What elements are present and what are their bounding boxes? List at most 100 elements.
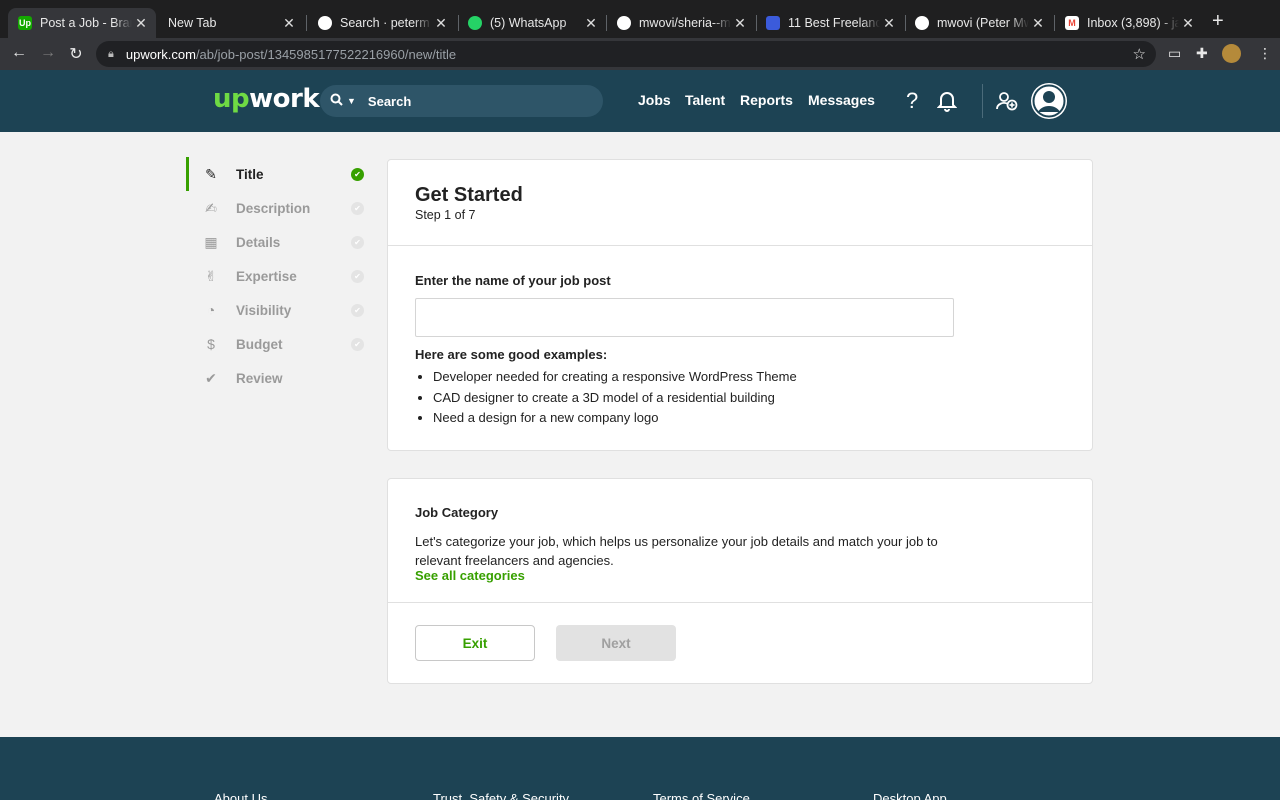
tab-title: (5) WhatsApp xyxy=(490,16,567,30)
step-details[interactable]: ▦ Details ✔ xyxy=(186,225,366,259)
exit-button[interactable]: Exit xyxy=(415,625,535,661)
github-favicon-icon xyxy=(915,16,929,30)
step-label: Expertise xyxy=(236,268,297,284)
close-tab-icon[interactable]: ✕ xyxy=(280,15,298,32)
hand-icon: ✌ xyxy=(205,267,217,284)
search-icon xyxy=(330,93,343,109)
whatsapp-favicon-icon xyxy=(468,16,482,30)
tab-title: mwovi/sheria--mt xyxy=(639,16,731,30)
search-placeholder: Search xyxy=(367,93,412,109)
help-icon[interactable]: ? xyxy=(906,88,918,114)
article-favicon-icon xyxy=(766,16,780,30)
checkmark-icon: ✔ xyxy=(205,369,217,386)
step-budget[interactable]: $ Budget ✔ xyxy=(186,327,366,361)
step-label: Review xyxy=(236,370,283,386)
check-circle-icon: ✔ xyxy=(351,337,364,351)
step-label: Details xyxy=(236,234,281,250)
nav-messages[interactable]: Messages xyxy=(808,92,875,108)
tab-post-a-job[interactable]: Up Post a Job - Brand ✕ xyxy=(8,8,156,38)
upwork-logo[interactable]: upwork xyxy=(213,84,320,114)
close-tab-icon[interactable]: ✕ xyxy=(1029,15,1047,32)
url-host: upwork.com xyxy=(125,46,196,62)
footer-link-desktop-app[interactable]: Desktop App xyxy=(873,791,947,800)
tab-github-sheria[interactable]: mwovi/sheria--mt ✕ xyxy=(607,8,755,38)
tab-title: Post a Job - Brand xyxy=(40,16,132,30)
page-title: Get Started xyxy=(415,184,523,206)
close-tab-icon[interactable]: ✕ xyxy=(731,15,749,32)
divider xyxy=(388,245,1092,246)
tab-github-profile[interactable]: mwovi (Peter Mwo ✕ xyxy=(905,8,1053,38)
gmail-favicon-icon: M xyxy=(1065,16,1079,30)
step-label: Description xyxy=(236,200,311,216)
job-title-label: Enter the name of your job post xyxy=(415,273,611,288)
add-team-icon[interactable] xyxy=(996,91,1018,116)
dollar-icon: $ xyxy=(207,336,215,352)
check-circle-icon: ✔ xyxy=(351,303,364,317)
tab-github-search[interactable]: Search · peterm ✕ xyxy=(308,8,456,38)
close-tab-icon[interactable]: ✕ xyxy=(1179,15,1197,32)
divider xyxy=(388,602,1092,603)
tab-best-freelance[interactable]: 11 Best Freelance ✕ xyxy=(756,8,904,38)
footer-link-terms[interactable]: Terms of Service xyxy=(653,791,750,800)
check-circle-icon: ✔ xyxy=(351,235,364,249)
nav-talent[interactable]: Talent xyxy=(685,92,725,108)
step-review[interactable]: ✔ Review xyxy=(186,361,366,395)
close-tab-icon[interactable]: ✕ xyxy=(132,15,150,32)
job-category-card: Job Category Let's categorize your job, … xyxy=(387,478,1093,684)
tab-title: Search · peterm xyxy=(340,16,430,30)
step-title[interactable]: ✎ Title ✔ xyxy=(186,157,366,191)
step-expertise[interactable]: ✌ Expertise ✔ xyxy=(186,259,366,293)
browser-tab-bar: Up Post a Job - Brand ✕ New Tab ✕ Search… xyxy=(0,0,1280,38)
close-tab-icon[interactable]: ✕ xyxy=(582,15,600,32)
address-bar[interactable]: 🔒︎ upwork.com/ab/job-post/13459851775222… xyxy=(96,41,1156,67)
logo-work-text: work xyxy=(249,84,320,114)
tab-gmail-inbox[interactable]: M Inbox (3,898) - ja ✕ xyxy=(1055,8,1203,38)
step-label: Budget xyxy=(236,336,283,352)
bell-icon[interactable] xyxy=(936,90,958,117)
job-post-steps: ✎ Title ✔ ✍ Description ✔ ▦ Details ✔ ✌ … xyxy=(186,157,366,395)
forward-arrow-icon[interactable]: → xyxy=(38,44,58,62)
tab-new-tab[interactable]: New Tab ✕ xyxy=(158,8,304,38)
browser-menu-icon[interactable]: ⋮ xyxy=(1258,45,1272,62)
cast-icon[interactable]: ▭ xyxy=(1168,45,1181,62)
nav-reports[interactable]: Reports xyxy=(740,92,793,108)
new-tab-plus-icon[interactable]: + xyxy=(1212,11,1224,31)
browser-toolbar: ← → ↻ 🔒︎ upwork.com/ab/job-post/13459851… xyxy=(0,38,1280,70)
tab-whatsapp[interactable]: (5) WhatsApp ✕ xyxy=(458,8,606,38)
job-category-description: Let's categorize your job, which helps u… xyxy=(415,534,938,568)
list-item: Developer needed for creating a responsi… xyxy=(433,367,797,388)
user-avatar[interactable] xyxy=(1031,83,1067,119)
job-title-input[interactable] xyxy=(415,298,954,337)
back-arrow-icon[interactable]: ← xyxy=(9,44,29,62)
examples-label: Here are some good examples: xyxy=(415,347,608,362)
check-circle-icon: ✔ xyxy=(351,269,364,283)
step-visibility[interactable]: ◔ Visibility ✔ xyxy=(186,293,366,327)
check-circle-icon: ✔ xyxy=(351,167,364,181)
extensions-puzzle-icon[interactable]: ✚ xyxy=(1196,45,1208,62)
list-item: CAD designer to create a 3D model of a r… xyxy=(433,388,797,409)
next-button[interactable]: Next xyxy=(556,625,676,661)
reload-icon[interactable]: ↻ xyxy=(66,44,86,64)
bookmark-star-icon[interactable]: ☆ xyxy=(1133,45,1146,63)
footer-link-about[interactable]: About Us xyxy=(214,791,267,800)
chevron-down-icon[interactable]: ▼ xyxy=(347,96,356,106)
site-header: upwork ▼ Search Jobs Talent Reports Mess… xyxy=(0,70,1280,132)
search-input[interactable]: ▼ Search xyxy=(320,85,603,117)
step-description[interactable]: ✍ Description ✔ xyxy=(186,191,366,225)
edit-icon: ✍ xyxy=(205,199,217,216)
pencil-icon: ✎ xyxy=(205,165,217,182)
nav-jobs[interactable]: Jobs xyxy=(638,92,671,108)
close-tab-icon[interactable]: ✕ xyxy=(432,15,450,32)
github-favicon-icon xyxy=(617,16,631,30)
step-label: Visibility xyxy=(236,302,292,318)
footer-link-trust[interactable]: Trust, Safety & Security xyxy=(433,791,569,800)
tab-title: New Tab xyxy=(168,16,217,30)
job-title-card: Get Started Step 1 of 7 Enter the name o… xyxy=(387,159,1093,451)
close-tab-icon[interactable]: ✕ xyxy=(880,15,898,32)
url-path: /ab/job-post/1345985177522216960/new/tit… xyxy=(195,46,457,62)
grid-icon: ▦ xyxy=(204,233,218,250)
upwork-favicon-icon: Up xyxy=(18,16,32,30)
see-all-categories-link[interactable]: See all categories xyxy=(415,568,525,583)
tab-title: Inbox (3,898) - ja xyxy=(1087,16,1179,30)
profile-avatar-icon[interactable] xyxy=(1222,44,1241,63)
